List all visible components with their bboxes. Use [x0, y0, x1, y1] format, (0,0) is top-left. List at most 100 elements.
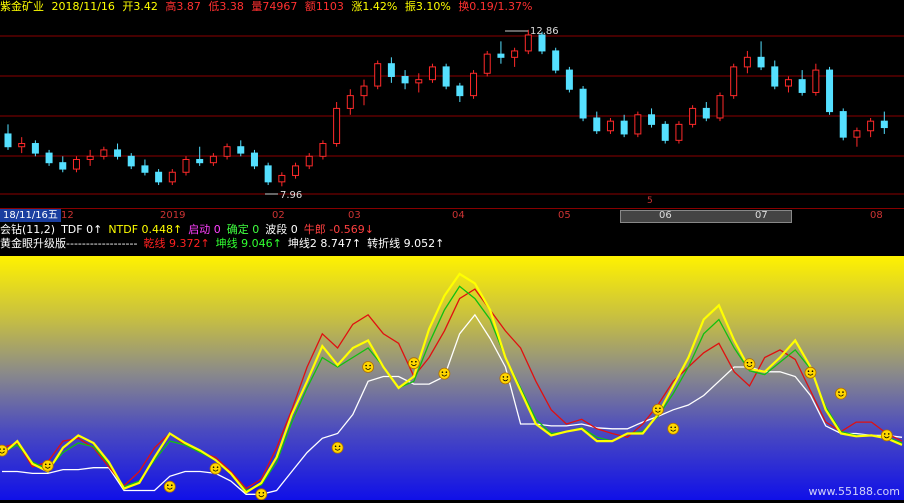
candle	[4, 124, 12, 150]
candle	[401, 70, 409, 90]
indicator-2-item-2: 坤线 9.046↑	[215, 237, 282, 250]
candle	[250, 149, 258, 170]
candle	[702, 102, 710, 122]
stock-title[interactable]: 紫金矿业	[0, 0, 44, 13]
candle	[470, 70, 478, 99]
candle	[333, 102, 341, 147]
info-date: 2018/11/16	[51, 0, 115, 13]
smiley-icon	[362, 361, 375, 373]
candle	[264, 162, 272, 186]
smiley-icon	[667, 422, 680, 435]
tick-06: 06	[659, 210, 672, 221]
smiley-icon	[0, 444, 8, 457]
candle	[565, 66, 573, 93]
indicator-row-1: 会钻(11,2) TDF 0↑ NTDF 0.448↑ 启动 0 确定 0 波段 0 牛郎 …	[0, 223, 904, 237]
candle	[730, 63, 738, 99]
indicator-chart	[0, 272, 903, 501]
candle	[59, 156, 67, 173]
tick-2019: 2019	[160, 210, 186, 221]
smiley-icon	[41, 459, 54, 472]
smiley-icon	[804, 366, 817, 379]
candle	[497, 41, 505, 64]
tick-08: 08	[870, 210, 883, 221]
info-volume: 量74967	[251, 0, 298, 13]
stock-info-bar: 紫金矿业 2018/11/16 开3.42 高3.87 低3.38 量74967…	[0, 0, 904, 14]
green-indicator-line	[1, 285, 903, 492]
smiley-icon	[209, 462, 222, 475]
candle	[867, 117, 875, 138]
indicator-2-item-1: 乾线 9.372↑	[143, 237, 210, 250]
candle	[784, 76, 792, 93]
smiley-icon	[407, 357, 420, 370]
smiley-icon	[880, 429, 893, 442]
candle	[880, 111, 888, 134]
smiley-icon	[835, 387, 847, 400]
indicator-1-item-2: NTDF 0.448↑	[108, 223, 183, 236]
candle	[209, 153, 217, 166]
smiley-icon	[331, 441, 344, 454]
candle	[648, 108, 656, 128]
white-indicator-line	[2, 313, 903, 495]
info-turnover: 换0.19/1.37%	[458, 0, 533, 13]
tick-02: 02	[272, 210, 285, 221]
candle	[511, 47, 519, 67]
indicator-1-item-3: 启动 0	[188, 223, 221, 236]
candles	[4, 29, 888, 187]
tick-07: 07	[755, 210, 768, 221]
candle	[798, 70, 806, 96]
candle	[346, 89, 354, 115]
candle	[155, 169, 163, 186]
smiley-icon	[163, 480, 176, 493]
candle	[45, 149, 53, 166]
candle	[374, 60, 382, 90]
candlestick-chart[interactable]: 12.86 7.96	[0, 14, 904, 208]
candle	[100, 146, 108, 160]
indicator-row-2: 黄金眼升级版------------------ 乾线 9.372↑ 坤线 9.04…	[0, 237, 904, 251]
info-high: 高3.87	[165, 0, 201, 13]
candle	[223, 143, 231, 160]
tick-12: 12	[61, 210, 74, 221]
current-date-box: 18/11/16五	[0, 209, 61, 222]
candle	[620, 114, 628, 138]
red-indicator-line	[1, 288, 903, 490]
candle	[812, 63, 820, 96]
yellow-indicator-line	[1, 272, 903, 494]
candle	[675, 121, 683, 144]
candle	[552, 47, 560, 74]
candle	[634, 111, 642, 138]
candle	[428, 63, 436, 83]
candle	[743, 50, 751, 74]
candle	[456, 82, 464, 103]
indicator-1-item-6: 牛郎 -0.569↓	[303, 223, 374, 236]
candle	[18, 137, 26, 154]
candle	[826, 66, 834, 115]
smiley-icon	[255, 488, 268, 501]
tick-03: 03	[348, 210, 361, 221]
indicator-2-item-4: 转折线 9.052↑	[367, 237, 445, 250]
info-amount: 额1103	[304, 0, 344, 13]
candle	[168, 169, 176, 186]
candle	[72, 156, 80, 173]
candle	[593, 111, 601, 134]
candle	[771, 60, 779, 90]
indicator-1-item-1: TDF 0↑	[61, 223, 103, 236]
candle	[278, 172, 286, 187]
smiley-icon	[438, 367, 451, 380]
candle	[182, 156, 190, 176]
tick-04: 04	[452, 210, 465, 221]
smiley-icon	[652, 403, 664, 416]
candle	[757, 41, 765, 71]
candle	[237, 140, 245, 157]
indicator-1-item-4: 确定 0	[226, 223, 260, 236]
indicator-panel[interactable]: www.55188.com	[0, 256, 904, 501]
indicator-1-item-5: 波段 0	[265, 223, 298, 236]
info-change: 涨1.42%	[351, 0, 398, 13]
tick-05: 05	[558, 210, 571, 221]
candle	[114, 143, 122, 160]
candle	[387, 57, 395, 83]
candle	[360, 79, 368, 106]
smiley-icon	[743, 358, 756, 371]
candle	[292, 162, 300, 179]
candle	[442, 63, 450, 90]
info-low: 低3.38	[208, 0, 244, 13]
